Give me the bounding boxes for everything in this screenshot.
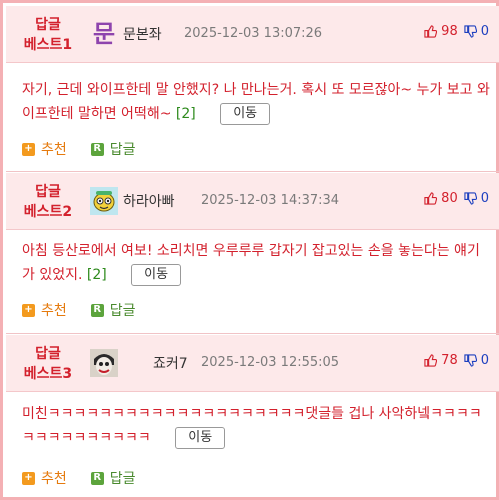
- comment-actions: + 추천 R 답글: [22, 139, 160, 159]
- reply-icon: R: [90, 142, 104, 156]
- reply-label: 답글: [109, 142, 136, 158]
- like-count: 78: [441, 353, 458, 368]
- best-badge-line2: 베스트2: [23, 204, 73, 220]
- best-badge: 답글 베스트2: [16, 182, 80, 222]
- reply-button[interactable]: R 답글: [90, 139, 136, 159]
- vote-counts: 98 0: [424, 24, 489, 39]
- recommend-button[interactable]: + 추천: [22, 139, 67, 159]
- comment-header: 답글 베스트3 죠커7 2025-12-03 12:55:05 78 0: [6, 335, 499, 392]
- move-button[interactable]: 이동: [220, 103, 271, 125]
- plus-icon: +: [22, 142, 35, 156]
- dislike-count: 0: [480, 353, 489, 368]
- recommend-button[interactable]: + 추천: [22, 468, 67, 488]
- comment-item: 답글 베스트2 하라아빠 2025-12-03 14:37:34 80 0 아침…: [6, 173, 499, 332]
- comment-header: 답글 베스트1 문 문본좌 2025-12-03 13:07:26 98 0: [6, 6, 499, 63]
- plus-icon: +: [22, 471, 35, 485]
- best-badge-line2: 베스트1: [23, 37, 73, 53]
- vote-counts: 78 0: [424, 353, 489, 368]
- comment-actions: + 추천 R 답글: [22, 468, 160, 488]
- plus-icon: +: [22, 303, 35, 317]
- comment-body: 미친ㅋㅋㅋㅋㅋㅋㅋㅋㅋㅋㅋㅋㅋㅋㅋㅋㅋㅋㅋㅋ댓글들 겁나 사악하넼ㅋㅋㅋㅋㅋㅋㅋ…: [22, 402, 492, 450]
- move-button[interactable]: 이동: [175, 427, 226, 449]
- reply-icon: R: [90, 303, 104, 317]
- dislike-count: 0: [480, 24, 489, 39]
- comment-datetime: 2025-12-03 14:37:34: [201, 193, 340, 208]
- reply-label: 답글: [109, 303, 136, 319]
- recommend-label: 추천: [41, 142, 67, 158]
- comment-item: 답글 베스트3 죠커7 2025-12-03 12:55:05 78 0 미친ㅋ…: [6, 335, 499, 500]
- thumbs-down-icon[interactable]: [464, 25, 477, 38]
- move-button[interactable]: 이동: [131, 264, 182, 286]
- reply-count[interactable]: [2]: [176, 106, 196, 122]
- divider: [6, 333, 499, 334]
- recommend-label: 추천: [41, 471, 67, 487]
- avatar-text: 문: [92, 20, 116, 48]
- text-logo-icon[interactable]: 문: [90, 20, 118, 48]
- comment-item: 답글 베스트1 문 문본좌 2025-12-03 13:07:26 98 0 자…: [6, 6, 499, 171]
- recommend-label: 추천: [41, 303, 67, 319]
- thumbs-up-icon[interactable]: [424, 354, 438, 367]
- reply-button[interactable]: R 답글: [90, 300, 136, 320]
- reply-label: 답글: [109, 471, 136, 487]
- best-badge-line1: 답글: [35, 346, 61, 362]
- reply-button[interactable]: R 답글: [90, 468, 136, 488]
- thumbs-down-icon[interactable]: [464, 354, 477, 367]
- thumbs-up-icon[interactable]: [424, 192, 438, 205]
- best-badge: 답글 베스트3: [16, 344, 80, 384]
- comment-datetime: 2025-12-03 12:55:05: [201, 355, 340, 370]
- best-badge-line2: 베스트3: [23, 366, 73, 382]
- comment-datetime: 2025-12-03 13:07:26: [184, 26, 323, 41]
- cartoon-face-icon[interactable]: [90, 187, 118, 215]
- thumbs-down-icon[interactable]: [464, 192, 477, 205]
- comment-body: 아침 등산로에서 여보! 소리치면 우루루루 갑자기 잡고있는 손을 놓는다는 …: [22, 239, 492, 287]
- like-count: 98: [441, 24, 458, 39]
- reply-count[interactable]: [2]: [87, 267, 107, 283]
- nickname[interactable]: 죠커7: [153, 353, 188, 373]
- like-count: 80: [441, 191, 458, 206]
- divider: [6, 171, 499, 172]
- reply-icon: R: [90, 471, 104, 485]
- nickname[interactable]: 하라아빠: [123, 191, 175, 211]
- best-badge-line1: 답글: [35, 184, 61, 200]
- recommend-button[interactable]: + 추천: [22, 300, 67, 320]
- best-badge: 답글 베스트1: [16, 15, 80, 55]
- comment-body: 자기, 근데 와이프한테 말 안했지? 나 만나는거. 혹시 또 모르잖아~ 누…: [22, 78, 492, 126]
- comment-text: 미친ㅋㅋㅋㅋㅋㅋㅋㅋㅋㅋㅋㅋㅋㅋㅋㅋㅋㅋㅋㅋ댓글들 겁나 사악하넼ㅋㅋㅋㅋㅋㅋㅋ…: [22, 406, 482, 446]
- joker-face-icon[interactable]: [90, 349, 118, 377]
- vote-counts: 80 0: [424, 191, 489, 206]
- nickname[interactable]: 문본좌: [123, 24, 162, 44]
- best-badge-line1: 답글: [35, 17, 61, 33]
- best-comments-panel: 답글 베스트1 문 문본좌 2025-12-03 13:07:26 98 0 자…: [0, 0, 499, 500]
- comment-header: 답글 베스트2 하라아빠 2025-12-03 14:37:34 80 0: [6, 173, 499, 230]
- thumbs-up-icon[interactable]: [424, 25, 438, 38]
- comment-actions: + 추천 R 답글: [22, 300, 160, 320]
- dislike-count: 0: [480, 191, 489, 206]
